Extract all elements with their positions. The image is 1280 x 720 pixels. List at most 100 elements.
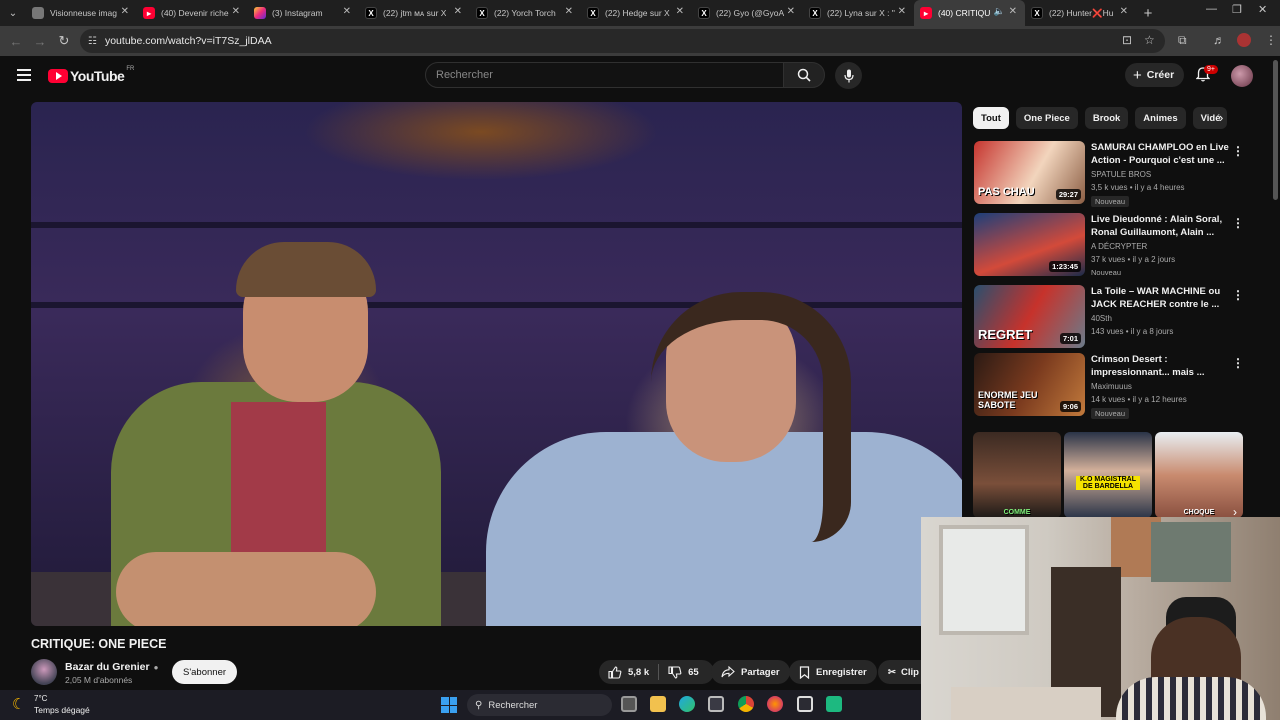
firefox-icon[interactable] — [767, 696, 783, 712]
browser-tab[interactable]: X (22) Lyna sur X : " ✕ — [803, 0, 914, 26]
browser-tab[interactable]: X (22) jtm ᴍᴀ sur X ✕ — [359, 0, 470, 26]
search-field[interactable] — [425, 62, 784, 88]
short-thumbnail[interactable]: K.O MAGISTRAL DE BARDELLA — [1064, 432, 1152, 518]
taskbar-search-button[interactable]: ⚲ Rechercher — [467, 694, 612, 716]
browser-tab[interactable]: Visionneuse imag ✕ — [26, 0, 137, 26]
menu-kebab-icon[interactable]: ⋮ — [1265, 33, 1277, 47]
video-thumbnail[interactable]: PAS CHAU 29:27 — [974, 141, 1085, 204]
app-icon[interactable] — [826, 696, 842, 712]
more-options-icon[interactable]: ⋮ — [1232, 216, 1244, 230]
task-view-icon[interactable] — [621, 696, 637, 712]
create-button[interactable]: + Créer — [1125, 63, 1185, 87]
account-avatar[interactable] — [1231, 65, 1253, 87]
recommendation-item[interactable]: ENORME JEU SABOTE 9:06 Crimson Desert : … — [974, 353, 1264, 419]
hamburger-menu-icon[interactable] — [17, 69, 31, 84]
chip-one-piece[interactable]: One Piece — [1015, 107, 1078, 129]
new-tab-button[interactable]: + — [1136, 5, 1160, 22]
more-options-icon[interactable]: ⋮ — [1232, 288, 1244, 302]
maximize-icon[interactable]: ❐ — [1232, 3, 1242, 16]
chrome-icon[interactable] — [738, 696, 754, 712]
file-explorer-icon[interactable] — [650, 696, 666, 712]
save-button[interactable]: Enregistrer — [789, 660, 877, 684]
chip-all[interactable]: Tout — [973, 107, 1009, 129]
close-icon[interactable]: ✕ — [343, 6, 351, 17]
recommendation-item[interactable]: 1:23:45 Live Dieudonné : Alain Soral, Ro… — [974, 213, 1264, 279]
country-code: FR — [126, 66, 135, 72]
video-thumbnail[interactable]: REGRET 7:01 — [974, 285, 1085, 348]
capture-icon[interactable] — [797, 696, 813, 712]
search-button[interactable] — [783, 62, 825, 88]
speaker-icon[interactable]: 🔈 — [994, 6, 1005, 17]
tab-search-menu-button[interactable]: ⌄ — [0, 0, 26, 26]
browser-tab[interactable]: X (22) Hedge sur X ✕ — [581, 0, 692, 26]
voice-search-button[interactable] — [835, 62, 862, 89]
tab-label: (40) CRITIQUE — [938, 8, 990, 18]
video-thumbnail[interactable]: ENORME JEU SABOTE 9:06 — [974, 353, 1085, 416]
video-player[interactable] — [31, 102, 962, 626]
browser-tab[interactable]: X (22) Hunter❌Hu ✕ — [1025, 0, 1136, 26]
close-icon[interactable]: ✕ — [1009, 6, 1017, 17]
browser-tab[interactable]: X (22) Gyo (@GyoA ✕ — [692, 0, 803, 26]
site-info-icon[interactable]: ☷ — [88, 36, 97, 47]
dislike-button[interactable]: 65 — [659, 660, 708, 684]
share-button[interactable]: Partager — [711, 660, 790, 684]
back-arrow-icon[interactable]: ← — [4, 34, 28, 49]
install-app-icon[interactable]: ⊡ — [1122, 33, 1132, 47]
like-dislike-group: 5,8 k 65 — [599, 660, 714, 684]
chip-brook[interactable]: Brook — [1084, 107, 1129, 129]
x-icon: X — [1031, 7, 1043, 19]
recommendation-item[interactable]: REGRET 7:01 La Toile – WAR MACHINE ou JA… — [974, 285, 1264, 351]
taskbar-search-label: Rechercher — [488, 699, 538, 711]
channel-name-link[interactable]: Bazar du Grenier ● — [65, 661, 158, 673]
video-thumbnail[interactable]: 1:23:45 — [974, 213, 1085, 276]
clip-button[interactable]: ✂ Clip — [878, 660, 921, 684]
moon-icon[interactable]: ☾ — [12, 695, 25, 713]
recommendation-item[interactable]: PAS CHAU 29:27 SAMURAI CHAMPLOO en Live … — [974, 141, 1264, 207]
recommendation-channel: 40Sth — [1091, 314, 1112, 323]
close-icon[interactable]: ✕ — [1120, 6, 1128, 17]
tab-label: (22) Hunter❌Hu — [1049, 7, 1114, 18]
like-button[interactable]: 5,8 k — [599, 660, 658, 684]
bookmark-star-icon[interactable]: ☆ — [1144, 33, 1155, 47]
browser-tab[interactable]: (3) Instagram ✕ — [248, 0, 359, 26]
short-caption: CHOQUE — [1183, 509, 1215, 516]
chevron-right-icon[interactable]: › — [1219, 110, 1223, 125]
close-icon[interactable]: ✕ — [787, 6, 795, 17]
subscribe-button[interactable]: S'abonner — [172, 660, 238, 684]
forward-arrow-icon[interactable]: → — [28, 34, 52, 49]
store-icon[interactable] — [708, 696, 724, 712]
duration-badge: 7:01 — [1059, 333, 1081, 344]
search-input[interactable] — [436, 69, 783, 81]
create-label: Créer — [1146, 69, 1175, 81]
browser-tab[interactable]: ▸ (40) Devenir riche ✕ — [137, 0, 248, 26]
windows-start-icon[interactable] — [441, 697, 457, 713]
channel-avatar[interactable] — [31, 659, 57, 685]
youtube-icon: ▸ — [920, 7, 932, 19]
more-options-icon[interactable]: ⋮ — [1232, 144, 1244, 158]
webcam-overlay — [921, 517, 1280, 720]
media-controls-icon[interactable]: ♬ — [1213, 33, 1225, 47]
short-thumbnail[interactable]: CHOQUE — [1155, 432, 1243, 518]
close-icon[interactable]: ✕ — [454, 6, 462, 17]
close-icon[interactable]: ✕ — [121, 6, 129, 17]
new-badge: Nouveau — [1091, 268, 1122, 277]
reload-icon[interactable]: ↻ — [52, 33, 76, 49]
close-window-icon[interactable]: ✕ — [1258, 3, 1267, 16]
browser-tab[interactable]: X (22) Yorch Torch ✕ — [470, 0, 581, 26]
chip-animes[interactable]: Animes — [1135, 107, 1186, 129]
extensions-icon[interactable]: ⧉ — [1178, 33, 1187, 48]
page-scrollbar[interactable] — [1273, 60, 1278, 200]
close-icon[interactable]: ✕ — [898, 6, 906, 17]
close-icon[interactable]: ✕ — [232, 6, 240, 17]
edge-icon[interactable] — [679, 696, 695, 712]
close-icon[interactable]: ✕ — [565, 6, 573, 17]
close-icon[interactable]: ✕ — [676, 6, 684, 17]
minimize-icon[interactable]: — — [1206, 3, 1217, 15]
x-icon: X — [698, 7, 710, 19]
youtube-logo[interactable]: YouTube FR — [48, 66, 135, 84]
browser-tab-active[interactable]: ▸ (40) CRITIQUE 🔈 ✕ — [914, 0, 1025, 26]
profile-avatar[interactable] — [1237, 33, 1251, 47]
url-field[interactable]: ☷ youtube.com/watch?v=iT7Sz_jlDAA ⊡ ☆ — [80, 29, 1165, 53]
more-options-icon[interactable]: ⋮ — [1232, 356, 1244, 370]
short-thumbnail[interactable]: COMME — [973, 432, 1061, 518]
